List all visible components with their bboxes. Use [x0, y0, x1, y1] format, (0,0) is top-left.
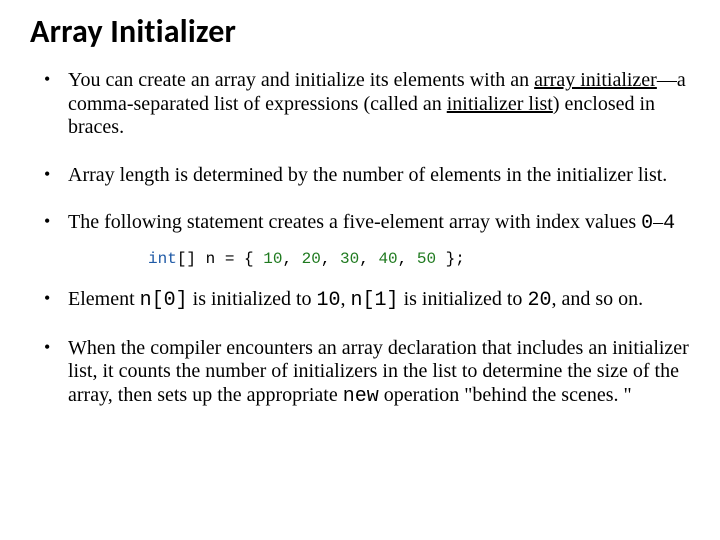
code-text: n = { [206, 250, 264, 268]
text: operation "behind the scenes. " [379, 384, 632, 406]
code-sep: , [282, 250, 301, 268]
range-start: 0 [641, 212, 653, 235]
slide-title: Array Initializer [30, 12, 690, 51]
bullet-item: The following statement creates a five-e… [30, 211, 690, 236]
text: , and so on. [551, 288, 643, 310]
bullet-list: You can create an array and initialize i… [30, 69, 690, 236]
text: Array length is determined by the number… [68, 164, 667, 186]
code-inline: n[1] [351, 289, 399, 312]
code-sep: , [359, 250, 378, 268]
code-inline: n[0] [140, 289, 188, 312]
code-number: 20 [302, 250, 321, 268]
bullet-item: Array length is determined by the number… [30, 164, 690, 188]
value: 10 [317, 289, 341, 312]
range-end: 4 [663, 212, 675, 235]
text: You can create an array and initialize i… [68, 69, 534, 91]
text: The following statement creates a five-e… [68, 211, 641, 233]
code-keyword: int [148, 250, 177, 268]
text: is initialized to [188, 288, 317, 310]
code-example: int[] n = { 10, 20, 30, 40, 50 }; [30, 250, 690, 268]
text: , [341, 288, 351, 310]
bullet-list: Element n[0] is initialized to 10, n[1] … [30, 288, 690, 408]
code-number: 30 [340, 250, 359, 268]
bullet-item: When the compiler encounters an array de… [30, 337, 690, 409]
term-initializer-list: initializer list [447, 93, 553, 115]
range-dash: – [653, 211, 663, 233]
term-array-initializer: array initializer [534, 69, 657, 91]
bullet-item: You can create an array and initialize i… [30, 69, 690, 140]
code-number: 50 [417, 250, 436, 268]
code-sep: , [321, 250, 340, 268]
code-number: 10 [263, 250, 282, 268]
text: Element [68, 288, 140, 310]
code-text: [] [177, 250, 206, 268]
value: 20 [527, 289, 551, 312]
code-number: 40 [378, 250, 397, 268]
bullet-item: Element n[0] is initialized to 10, n[1] … [30, 288, 690, 313]
text: is initialized to [399, 288, 528, 310]
code-sep: , [398, 250, 417, 268]
code-text: }; [436, 250, 465, 268]
code-keyword-inline: new [343, 385, 379, 408]
